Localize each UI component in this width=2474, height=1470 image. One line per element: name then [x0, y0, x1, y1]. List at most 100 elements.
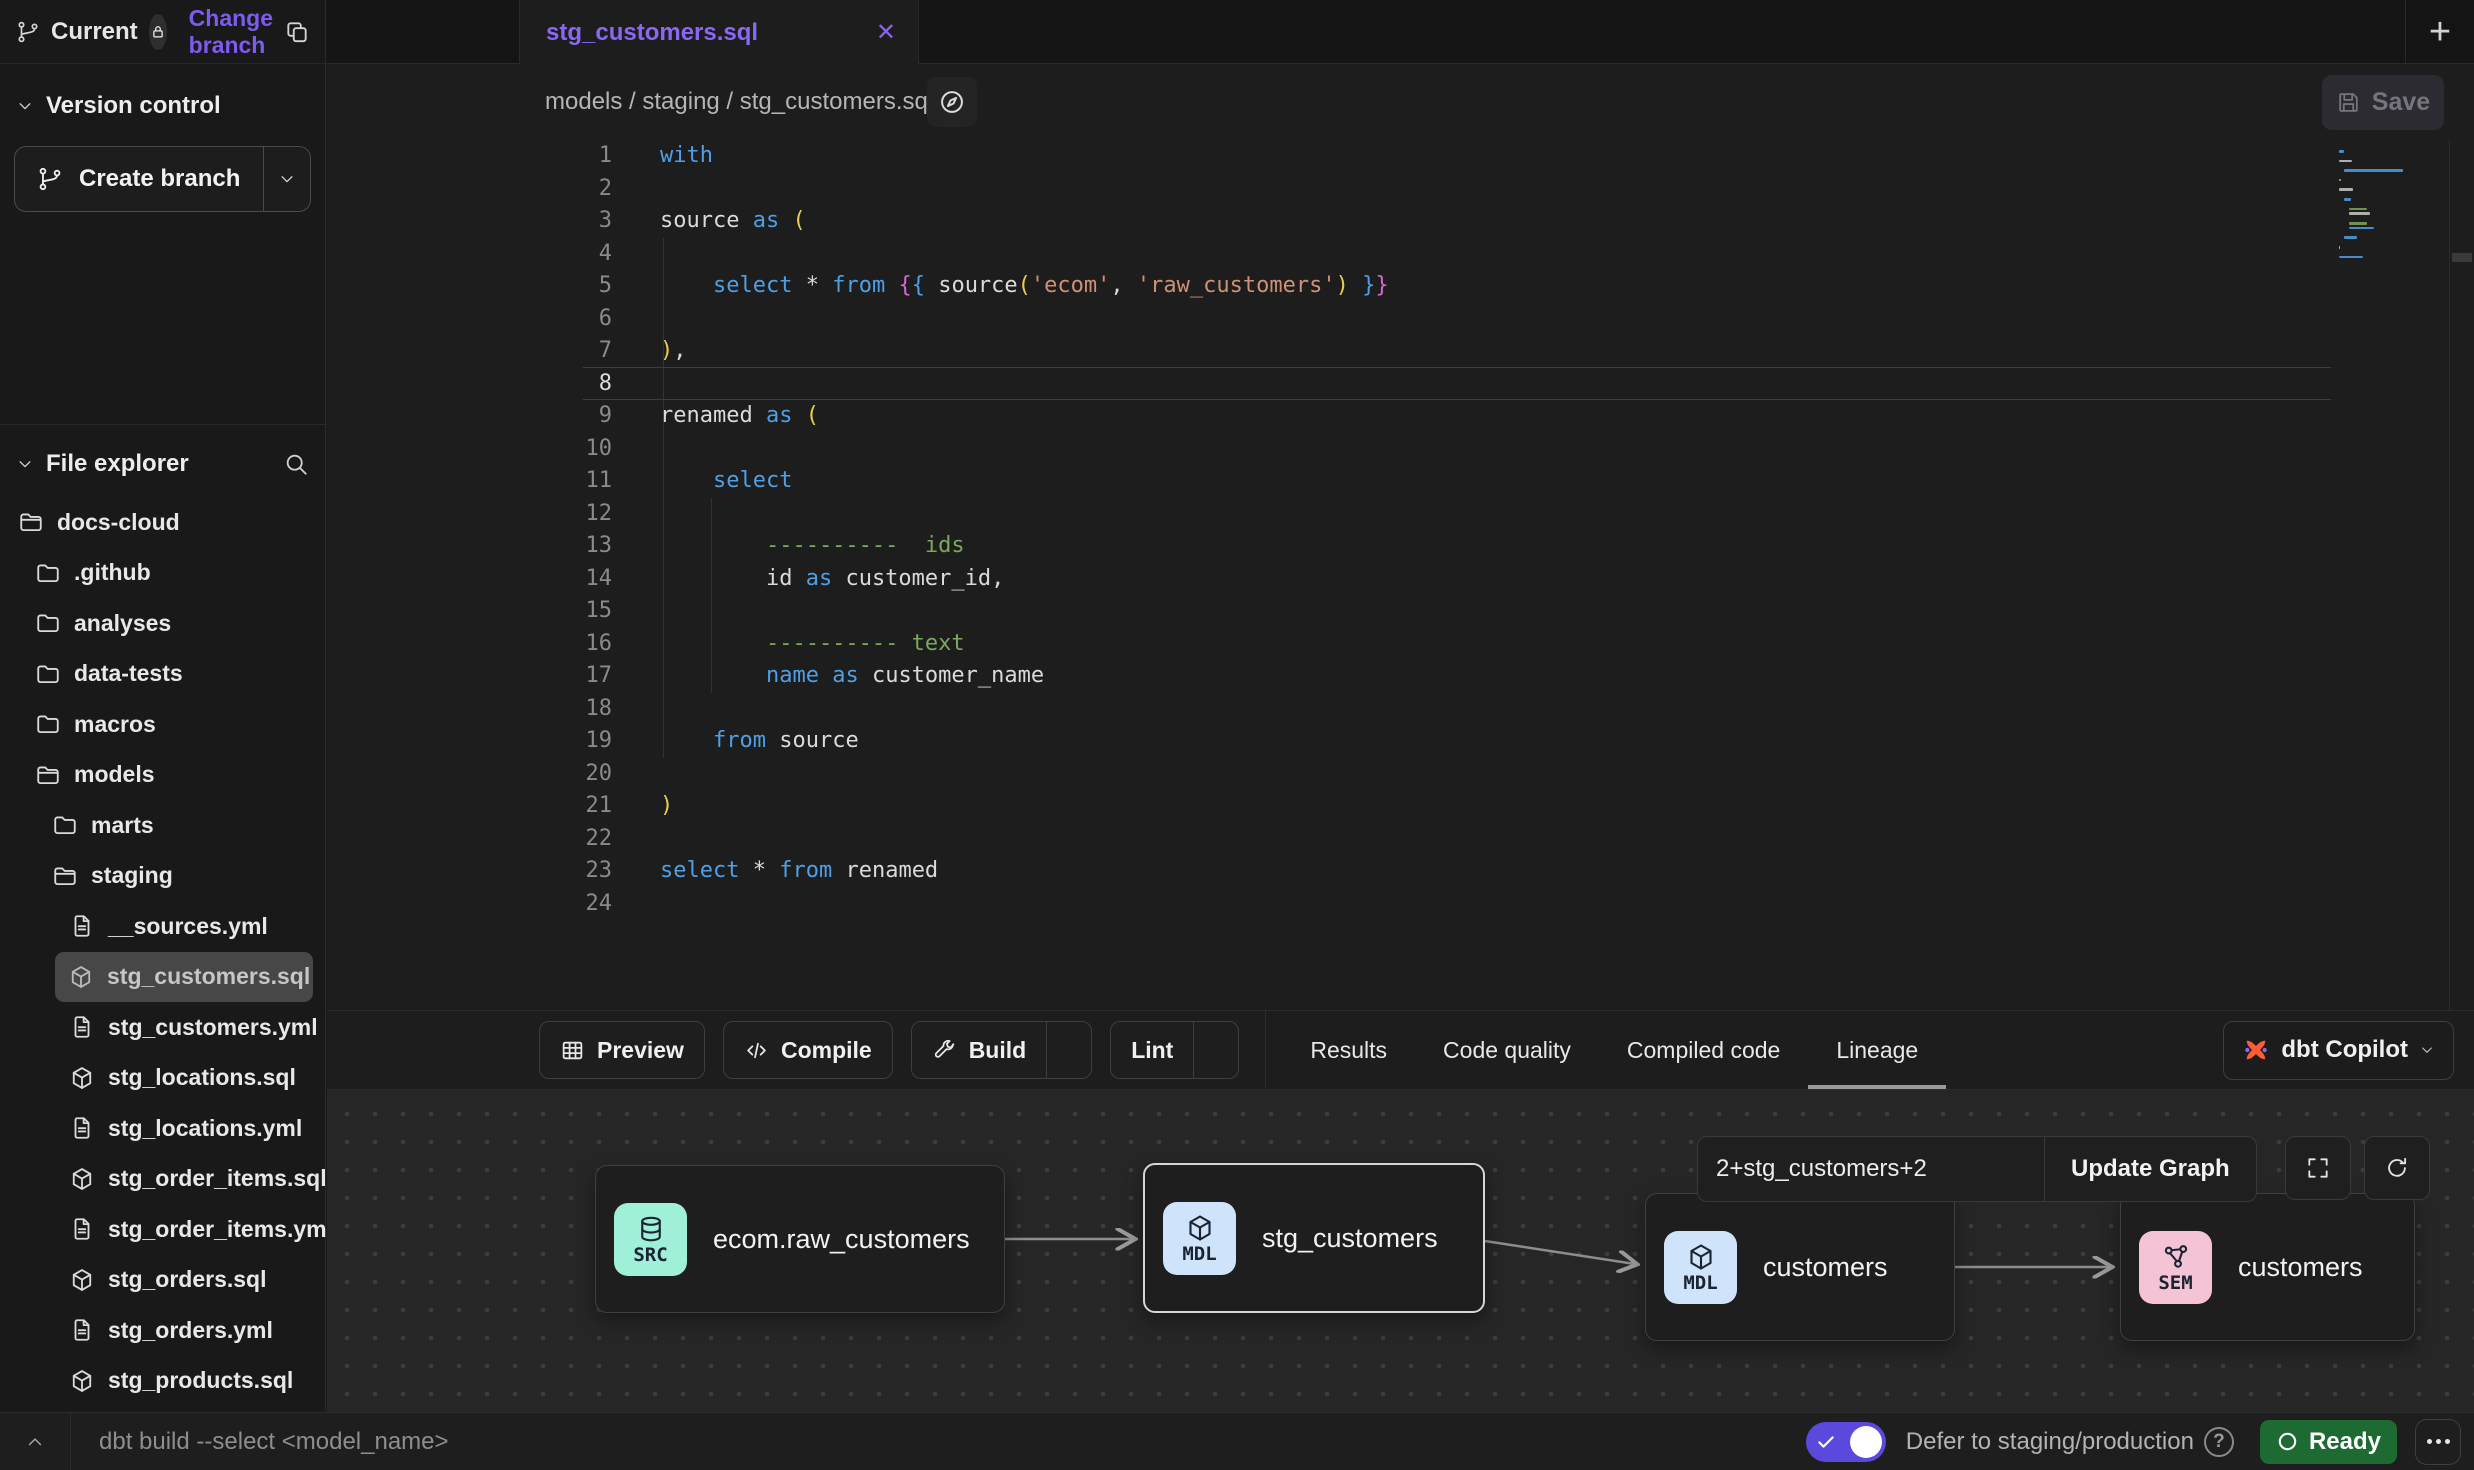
file-tree-item[interactable]: macros [0, 699, 325, 750]
refresh-icon [2384, 1155, 2410, 1181]
ready-status-button[interactable]: Ready [2260, 1420, 2397, 1464]
update-graph-button[interactable]: Update Graph [2045, 1137, 2256, 1201]
lineage-node-customers[interactable]: SEM customers [2120, 1193, 2415, 1341]
change-branch-link[interactable]: Change branch [189, 5, 273, 59]
file-tree-item[interactable]: stg_order_items.yml [0, 1204, 325, 1255]
file-tree-item[interactable]: stg_orders.sql [0, 1255, 325, 1306]
help-icon[interactable]: ? [2204, 1427, 2234, 1457]
save-button[interactable]: Save [2322, 75, 2444, 130]
command-input[interactable]: dbt build --select <model_name> [99, 1428, 449, 1456]
scrollbar-thumb[interactable] [2452, 253, 2472, 262]
new-tab-button[interactable]: + [2420, 12, 2460, 52]
file-tree-item[interactable]: .github [0, 548, 325, 599]
lineage-panel[interactable]: SRC ecom.raw_customers MDL stg_customers… [327, 1090, 2474, 1412]
action-button-main[interactable]: Compile [724, 1022, 892, 1078]
action-dropdown[interactable] [1046, 1022, 1091, 1078]
compile-button[interactable]: Compile [723, 1021, 893, 1079]
line-number: 24 [327, 888, 612, 921]
search-icon[interactable] [283, 451, 309, 477]
line-number: 1 [327, 140, 612, 173]
line-number: 7 [327, 335, 612, 368]
expand-command-bar-button[interactable] [0, 1413, 70, 1470]
navigate-button[interactable] [927, 77, 977, 127]
file-tree-item[interactable]: docs-cloud [0, 497, 325, 548]
file-tab[interactable]: stg_customers.sql ✕ [519, 0, 919, 65]
semantic-icon [2161, 1242, 2191, 1272]
create-branch-button[interactable]: Create branch [14, 146, 311, 212]
file-tree-item[interactable]: analyses [0, 598, 325, 649]
lineage-node-customers[interactable]: MDL customers [1645, 1193, 1955, 1341]
file-tree-item[interactable]: stg_locations.sql [0, 1053, 325, 1104]
code-line: ), [660, 335, 2474, 368]
file-tree-item-label: stg_customers.sql [107, 963, 310, 990]
code-line [660, 823, 2474, 856]
file-doc-icon [69, 1216, 95, 1242]
file-tree-item[interactable]: data-tests [0, 649, 325, 700]
more-options-button[interactable] [2415, 1419, 2461, 1465]
line-number: 15 [327, 595, 612, 628]
line-number: 13 [327, 530, 612, 563]
code-line [660, 433, 2474, 466]
create-branch-dropdown[interactable] [263, 147, 310, 211]
file-tree-item-label: stg_locations.sql [108, 1064, 296, 1091]
node-badge-label: SEM [2158, 1274, 2192, 1293]
preview-button[interactable]: Preview [539, 1021, 705, 1079]
version-control-header[interactable]: Version control [0, 86, 325, 126]
dbt-copilot-button[interactable]: dbt Copilot [2223, 1021, 2454, 1080]
tab-code-quality[interactable]: Code quality [1443, 1011, 1571, 1089]
breadcrumb: models / staging / stg_customers.sql [545, 64, 933, 140]
folder-icon [35, 560, 61, 586]
action-button-main[interactable]: Build [912, 1022, 1047, 1078]
defer-toggle[interactable] [1806, 1422, 1886, 1462]
file-tree-item[interactable]: staging [0, 851, 325, 902]
line-number: 5 [327, 270, 612, 303]
lint-button[interactable]: Lint [1110, 1021, 1239, 1079]
line-number: 11 [327, 465, 612, 498]
file-tree-item-label: models [74, 761, 155, 788]
file-tree-item[interactable]: stg_products.sql [0, 1356, 325, 1407]
create-branch-main[interactable]: Create branch [15, 147, 263, 211]
file-tree-item[interactable]: stg_customers.sql [55, 952, 313, 1003]
minimap-line [2349, 222, 2366, 225]
line-number: 4 [327, 238, 612, 271]
refresh-button[interactable] [2364, 1136, 2430, 1200]
panel-tab-label: Results [1310, 1037, 1387, 1064]
action-dropdown[interactable] [1193, 1022, 1238, 1078]
file-tree-item[interactable]: stg_order_items.sql [0, 1154, 325, 1205]
lineage-selector-input[interactable]: 2+stg_customers+2 [1698, 1137, 2044, 1201]
tab-lineage[interactable]: Lineage [1836, 1011, 1918, 1089]
action-button-main[interactable]: Preview [540, 1022, 704, 1078]
node-label: customers [1763, 1252, 1888, 1283]
file-tree-item-label: marts [91, 812, 154, 839]
tab-results[interactable]: Results [1310, 1011, 1387, 1089]
file-tree-item[interactable]: stg_locations.yml [0, 1103, 325, 1154]
fullscreen-button[interactable] [2285, 1136, 2351, 1200]
node-label: ecom.raw_customers [713, 1224, 970, 1255]
code-line: name as customer_name [660, 660, 2474, 693]
build-button[interactable]: Build [911, 1021, 1093, 1079]
file-tree-item-label: staging [91, 862, 173, 889]
cube-icon [69, 1166, 95, 1192]
close-tab-icon[interactable]: ✕ [876, 21, 896, 45]
create-branch-label: Create branch [79, 165, 240, 193]
file-tree-item[interactable]: stg_orders.yml [0, 1305, 325, 1356]
file-tree-item[interactable]: marts [0, 800, 325, 851]
file-tree-item-label: stg_customers.yml [108, 1014, 318, 1041]
line-number: 3 [327, 205, 612, 238]
lineage-node-ecom.raw_customers[interactable]: SRC ecom.raw_customers [595, 1165, 1005, 1313]
file-tree-item-label: stg_orders.sql [108, 1266, 267, 1293]
tab-compiled-code[interactable]: Compiled code [1627, 1011, 1780, 1089]
action-button-main[interactable]: Lint [1111, 1022, 1193, 1078]
file-tree-item[interactable]: models [0, 750, 325, 801]
sidebar: Current Change branch Version control Cr… [0, 0, 326, 1412]
file-tree-item[interactable]: stg_customers.yml [0, 1002, 325, 1053]
code-content[interactable]: withsource as ( select * from {{ source(… [660, 140, 2474, 920]
code-editor[interactable]: 123456789101112131415161718192021222324 … [327, 140, 2474, 1010]
copy-icon[interactable] [284, 19, 310, 45]
cube-icon [69, 1267, 95, 1293]
lineage-node-stg_customers[interactable]: MDL stg_customers [1143, 1163, 1485, 1313]
file-explorer-header[interactable]: File explorer [0, 439, 325, 489]
minimap[interactable] [2339, 146, 2424, 271]
file-tree-item[interactable]: __sources.yml [0, 901, 325, 952]
main-area: stg_customers.sql ✕ + models / staging /… [327, 0, 2474, 1412]
